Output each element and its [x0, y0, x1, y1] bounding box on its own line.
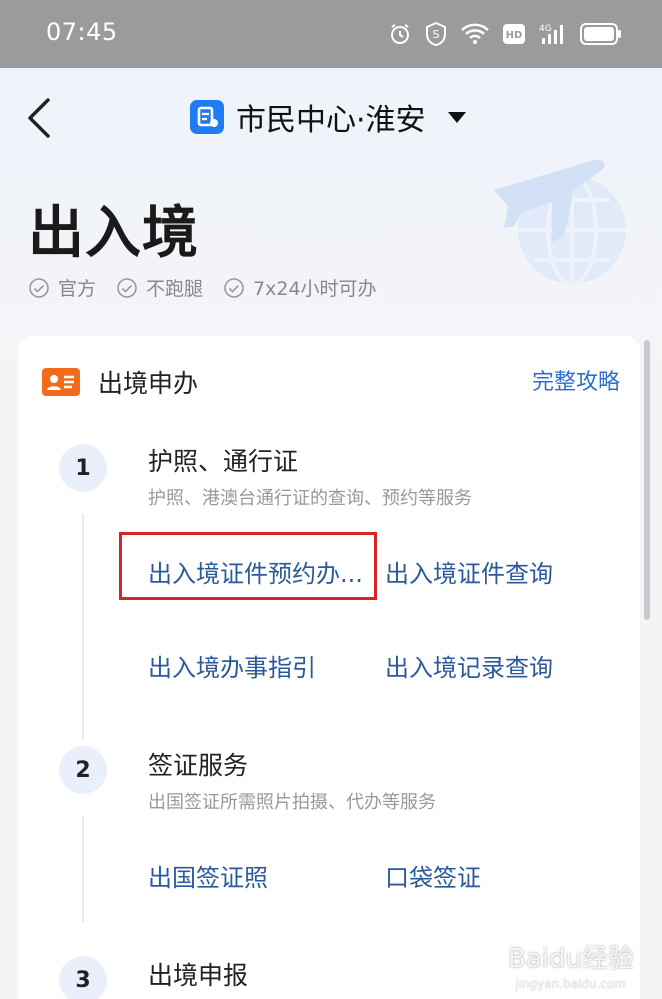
page-title: 出入境	[28, 201, 199, 266]
service-link-visa-photo[interactable]: 出国签证照	[148, 858, 268, 893]
feature-tag: 7x24小时可办	[223, 274, 377, 301]
watermark-logo: Baidu经验	[508, 944, 634, 974]
service-link-pocket-visa[interactable]: 口袋签证	[385, 858, 481, 893]
check-circle-icon	[224, 277, 244, 298]
status-icons: S HD 4G	[388, 18, 622, 50]
step-title: 护照、通行证	[148, 447, 299, 476]
step-description: 出国签证所需照片拍摄、代办等服务	[148, 792, 436, 813]
feature-tags: 官方 不跑腿 7x24小时可办	[28, 274, 377, 301]
service-link-guide[interactable]: 出入境办事指引	[148, 648, 316, 683]
app-title: 市民中心·淮安	[236, 103, 426, 138]
feature-label: 官方	[58, 278, 97, 300]
step-title: 出境申报	[148, 961, 249, 990]
step-number: 3	[59, 956, 107, 999]
alarm-icon	[391, 24, 409, 44]
scrollbar[interactable]	[644, 340, 650, 620]
step-description: 护照、港澳台通行证的查询、预约等服务	[148, 488, 472, 509]
feature-tag: 官方	[28, 274, 96, 301]
service-link-record-query[interactable]: 出入境记录查询	[385, 648, 553, 683]
watermark-url: jingyan.baidu.com	[515, 977, 626, 991]
card-header: 出境申办	[42, 364, 198, 400]
hd-icon: HD	[503, 24, 525, 44]
service-card: 出境申办 完整攻略 1 护照、通行证 护照、港澳台通行证的查询、预约等服务 出入…	[18, 336, 640, 999]
status-bar: 07:45 S HD 4G	[0, 0, 662, 68]
check-circle-icon	[29, 277, 49, 298]
plane-globe-icon	[494, 159, 626, 286]
step-number: 2	[59, 746, 107, 794]
battery-icon	[580, 23, 621, 45]
app-logo-icon	[190, 100, 224, 134]
svg-text:HD: HD	[506, 30, 523, 41]
city-selector[interactable]: 市民中心·淮安	[190, 93, 466, 141]
status-time: 07:45	[46, 18, 118, 46]
feature-label: 不跑腿	[146, 278, 204, 300]
feature-label: 7x24小时可办	[253, 278, 377, 300]
svg-text:S: S	[433, 28, 440, 41]
check-circle-icon	[117, 277, 137, 298]
feature-tag: 不跑腿	[116, 274, 203, 301]
highlight-box	[119, 532, 377, 600]
step-number: 1	[59, 444, 107, 492]
step-connector	[82, 514, 84, 740]
id-card-icon	[42, 368, 80, 396]
full-guide-link[interactable]: 完整攻略	[532, 364, 620, 396]
step-title: 签证服务	[148, 751, 249, 780]
back-chevron-icon[interactable]	[22, 96, 58, 140]
caret-down-icon[interactable]	[447, 111, 466, 123]
card-title: 出境申办	[98, 369, 199, 398]
service-link-document-query[interactable]: 出入境证件查询	[385, 554, 553, 589]
4g-signal-icon: 4G	[539, 24, 563, 44]
svg-text:4G: 4G	[539, 24, 552, 34]
shield-icon: S	[426, 21, 446, 47]
step-connector	[82, 816, 84, 922]
wifi-icon	[461, 23, 489, 44]
